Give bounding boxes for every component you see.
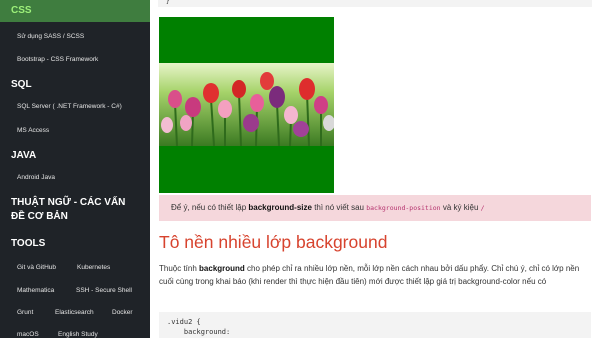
note-bold: background-size xyxy=(248,203,312,212)
paragraph: Thuộc tính background cho phép chỉ ra nh… xyxy=(159,262,591,288)
note-text: và ký kiệu xyxy=(440,203,481,212)
sidebar-item-grunt[interactable]: Grunt xyxy=(17,309,33,316)
sidebar-item-sass[interactable]: Sử dụng SASS / SCSS xyxy=(17,33,84,40)
sidebar-heading-css[interactable]: CSS xyxy=(0,0,150,22)
main-content: } Để ý, nếu có thiết lập background-size… xyxy=(150,0,600,338)
sidebar-item-android-java[interactable]: Android Java xyxy=(17,174,55,181)
sidebar-heading-terms[interactable]: THUẬT NGỮ - CÁC VẤN ĐỀ CƠ BẢN xyxy=(0,196,140,224)
note-callout: Để ý, nếu có thiết lập background-size t… xyxy=(159,195,591,221)
paragraph-text: Thuộc tính xyxy=(159,264,200,273)
sidebar-item-english-study[interactable]: English Study xyxy=(58,331,98,338)
sidebar-item-elasticsearch[interactable]: Elasticsearch xyxy=(55,309,94,316)
sidebar: CSS Sử dụng SASS / SCSS Bootstrap - CSS … xyxy=(0,0,150,338)
sidebar-item-sql-server[interactable]: SQL Server ( .NET Framework - C#) xyxy=(17,103,122,110)
sidebar-item-ms-access[interactable]: MS Access xyxy=(17,127,49,134)
sidebar-item-docker[interactable]: Docker xyxy=(112,309,133,316)
sidebar-item-macos[interactable]: macOS xyxy=(17,331,39,338)
paragraph-bold: background xyxy=(199,264,245,273)
code-line: background: xyxy=(167,328,231,336)
note-text: thì nó viết sau xyxy=(311,203,367,212)
code-line: .vidu2 { xyxy=(167,318,201,326)
sidebar-heading-java[interactable]: JAVA xyxy=(0,150,150,161)
code-block: .vidu2 { background: xyxy=(159,312,591,338)
code-block-top: } xyxy=(158,0,592,7)
sidebar-heading-sql[interactable]: SQL xyxy=(0,79,150,90)
sidebar-item-ssh[interactable]: SSH - Secure Shell xyxy=(76,287,132,294)
sidebar-item-bootstrap[interactable]: Bootstrap - CSS Framework xyxy=(17,56,98,63)
note-code: / xyxy=(480,204,485,212)
sidebar-heading-tools[interactable]: TOOLS xyxy=(0,238,150,249)
sidebar-item-mathematica[interactable]: Mathematica xyxy=(17,287,54,294)
sidebar-item-kubernetes[interactable]: Kubernetes xyxy=(77,264,110,271)
code-line: } xyxy=(166,0,170,5)
note-code: background-position xyxy=(366,204,441,212)
tulip-image xyxy=(159,63,334,146)
note-text: Để ý, nếu có thiết lập xyxy=(171,203,249,212)
section-heading: Tô nền nhiều lớp background xyxy=(159,232,388,252)
sidebar-item-git[interactable]: Git và GitHub xyxy=(17,264,56,271)
